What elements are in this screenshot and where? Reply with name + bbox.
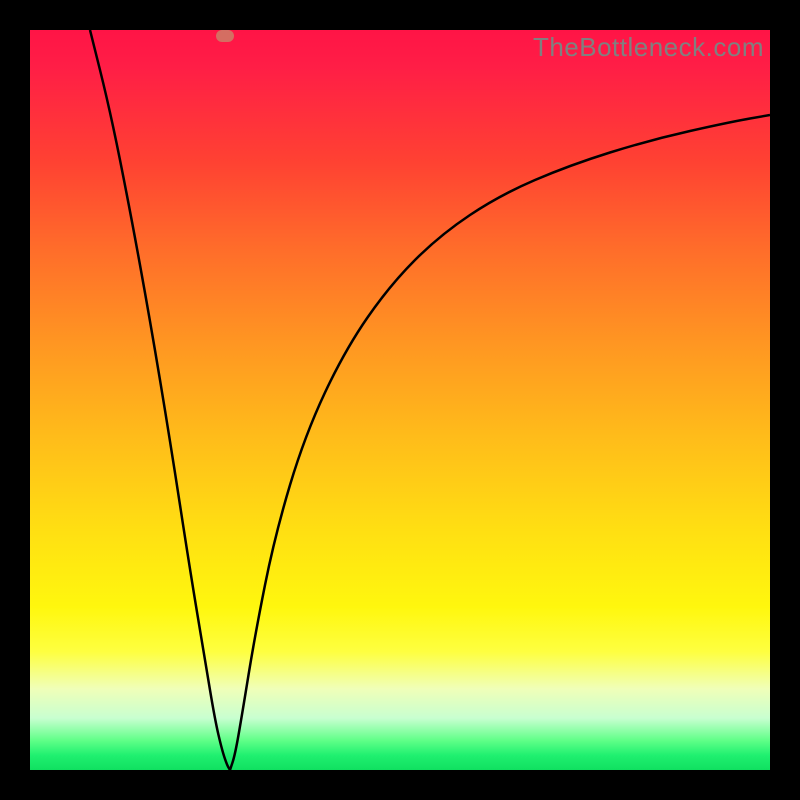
chart-frame: TheBottleneck.com bbox=[0, 0, 800, 800]
optimum-marker bbox=[216, 30, 234, 42]
plot-area: TheBottleneck.com bbox=[30, 30, 770, 770]
curve-left bbox=[90, 30, 230, 770]
bottleneck-curve bbox=[30, 30, 770, 770]
curve-right bbox=[230, 115, 770, 770]
watermark-text: TheBottleneck.com bbox=[533, 32, 764, 63]
